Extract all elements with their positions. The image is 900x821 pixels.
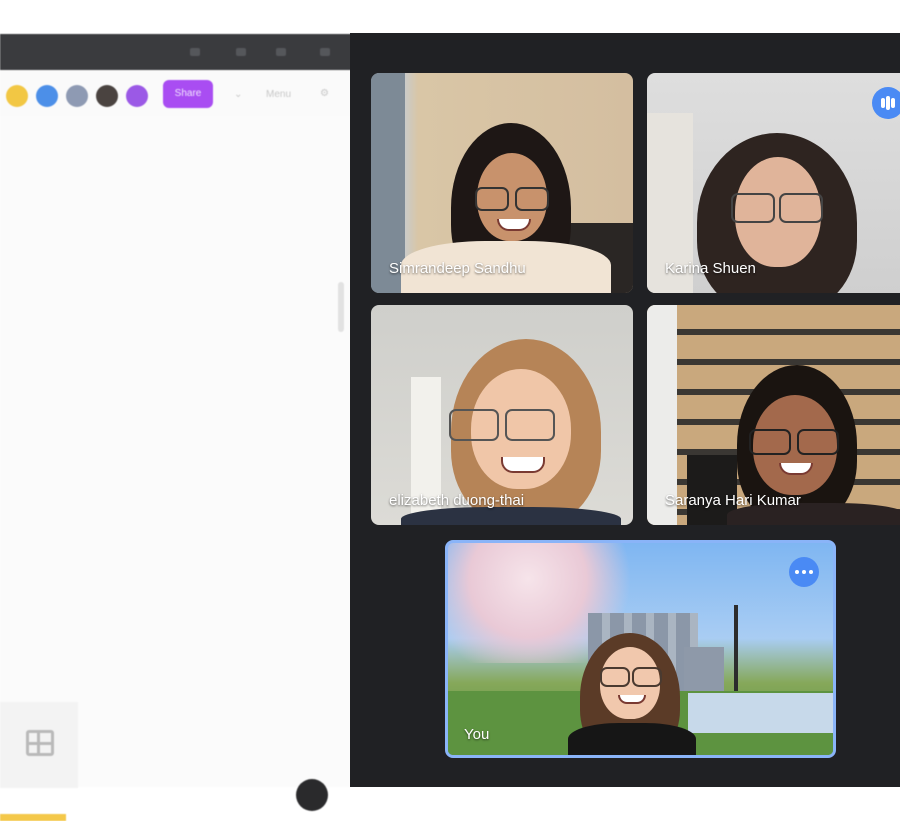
participant-tile[interactable]: elizabeth duong-thai xyxy=(371,305,633,525)
self-view-tile[interactable]: You xyxy=(445,540,836,758)
participant-tile[interactable]: Saranya Hari Kumar xyxy=(647,305,900,525)
participant-name: elizabeth duong-thai xyxy=(389,492,525,509)
participant-tile[interactable]: Simrandeep Sandhu xyxy=(371,73,633,293)
audio-level-icon xyxy=(872,87,900,119)
toolbar-menu[interactable]: Menu xyxy=(266,89,291,100)
avatar[interactable] xyxy=(6,85,28,107)
video-call-panel: Simrandeep Sandhu Karina Shuen elizabeth… xyxy=(350,33,900,787)
status-bar xyxy=(0,814,66,821)
participant-name: Karina Shuen xyxy=(665,260,756,277)
chevron-down-icon[interactable]: ⌄ xyxy=(234,89,242,100)
settings-icon[interactable]: ⚙ xyxy=(320,88,329,99)
share-button[interactable]: Share xyxy=(163,80,213,108)
more-options-icon[interactable] xyxy=(789,557,819,587)
help-button[interactable] xyxy=(296,779,328,811)
bottom-card[interactable] xyxy=(0,702,78,788)
titlebar-icon xyxy=(190,48,200,56)
self-video xyxy=(568,633,696,755)
avatar[interactable] xyxy=(96,85,118,107)
titlebar-icon xyxy=(320,48,330,56)
titlebar-icon xyxy=(236,48,246,56)
titlebar-icon xyxy=(276,48,286,56)
self-name: You xyxy=(464,726,490,743)
avatar[interactable] xyxy=(36,85,58,107)
avatar[interactable] xyxy=(66,85,88,107)
grid-view-icon[interactable] xyxy=(26,730,54,756)
participant-tile[interactable]: Karina Shuen xyxy=(647,73,900,293)
scrollbar[interactable] xyxy=(338,282,344,332)
participant-name: Saranya Hari Kumar xyxy=(665,492,801,509)
avatar[interactable] xyxy=(126,85,148,107)
participant-name: Simrandeep Sandhu xyxy=(389,260,526,277)
background-app-window: Share ⌄ Menu ⚙ xyxy=(0,34,352,821)
app-titlebar xyxy=(0,34,352,70)
